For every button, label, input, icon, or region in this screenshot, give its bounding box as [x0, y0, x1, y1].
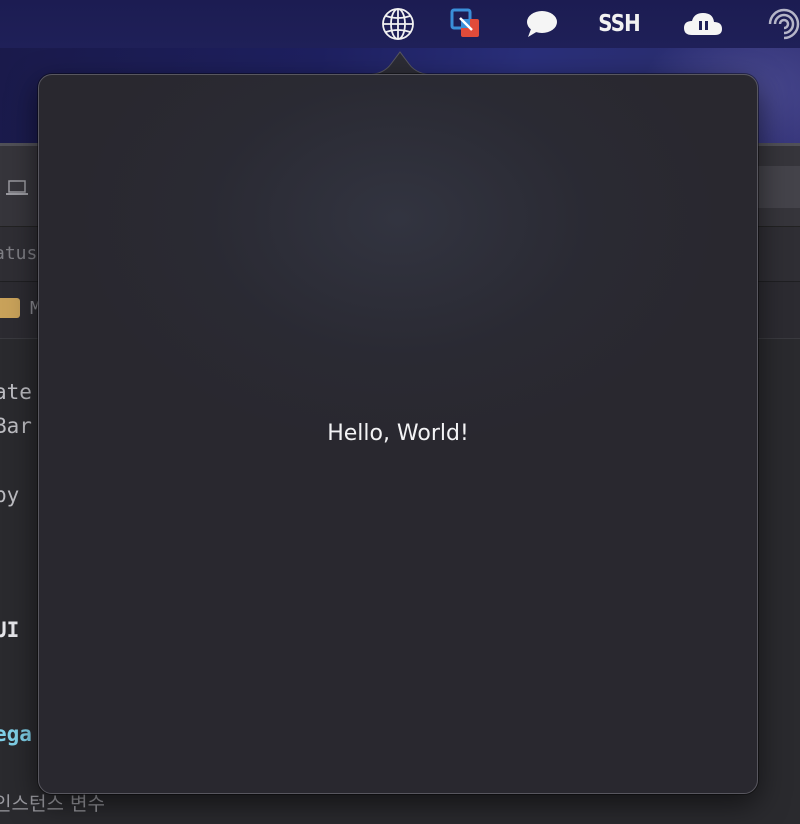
status-header-text: atus	[0, 243, 38, 264]
popover-panel: Hello, World!	[38, 74, 758, 794]
code-line[interactable]: Bar	[0, 414, 32, 438]
code-line[interactable]: ega	[0, 722, 32, 746]
code-line[interactable]: py	[0, 483, 19, 507]
globe-icon[interactable]	[378, 6, 418, 42]
menu-bar: SSH	[0, 0, 800, 48]
chat-bubble-icon[interactable]	[522, 6, 562, 42]
folder-icon	[0, 298, 20, 318]
popover-arrow	[365, 51, 435, 76]
swirl-icon[interactable]	[764, 6, 800, 42]
cloud-pause-icon[interactable]	[680, 6, 726, 42]
code-line[interactable]: ate	[0, 380, 32, 404]
vmware-icon[interactable]	[446, 6, 486, 42]
code-line[interactable]: UI	[0, 618, 19, 642]
ssh-icon[interactable]: SSH	[598, 6, 640, 42]
popover-message: Hello, World!	[327, 421, 469, 446]
laptop-icon[interactable]	[6, 180, 28, 200]
